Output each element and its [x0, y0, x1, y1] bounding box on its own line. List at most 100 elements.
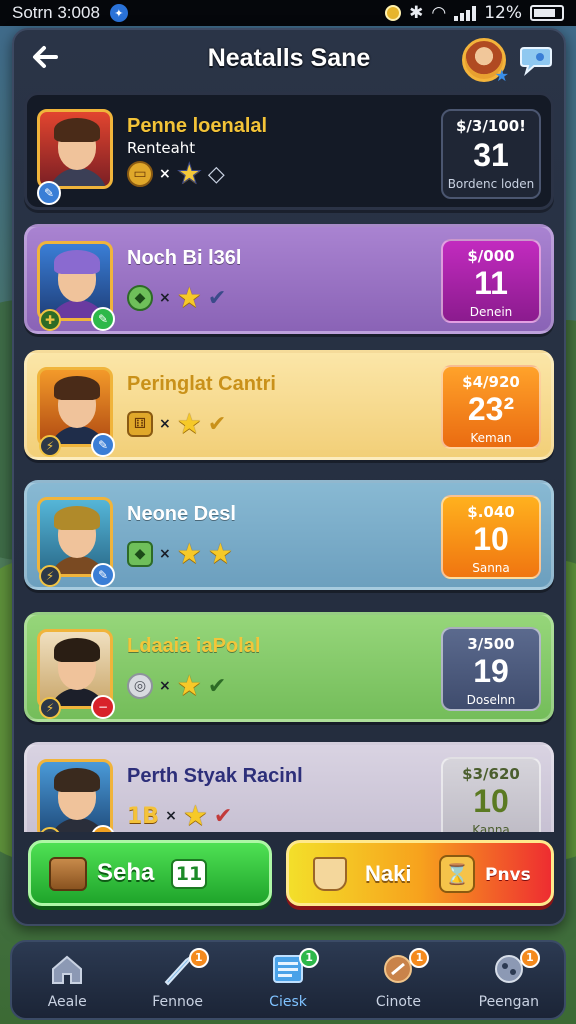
nav-item-desk[interactable]: 1 Ciesk [233, 942, 343, 1018]
cup-icon [313, 857, 347, 891]
bluetooth-icon: ✱ [409, 3, 424, 23]
reward-label: Denein [469, 305, 513, 319]
edit-badge-icon: ✎ [91, 433, 115, 457]
reward-box: 3/500 19 Doselnn [441, 627, 541, 711]
multiply-icon: × [159, 678, 171, 694]
multiply-icon: × [165, 808, 177, 824]
reward-cost: $3/620 [462, 765, 520, 783]
level-badge-icon: ⚡ [39, 435, 61, 457]
level-badge-icon: ⚡ [39, 697, 61, 719]
reward-box: $3/620 10 Kanna [441, 757, 541, 832]
bottom-nav: Aeale 1 Fennoe 1 Ciesk 1 Cinote 1 Peenga… [10, 940, 566, 1020]
list-item[interactable]: ✎ Penne loenalal Renteaht ▭ × ★ ◇ $/3/10… [24, 92, 554, 210]
star-icon: ★ [182, 799, 208, 832]
nav-item-home[interactable]: Aeale [12, 942, 122, 1018]
primary-action-count: 11 [171, 859, 207, 889]
reward-amount: 11 [474, 265, 508, 301]
chat-icon[interactable] [518, 42, 554, 76]
app-notification-icon: ✦ [109, 4, 128, 22]
reward-label: Keman [470, 431, 512, 445]
character-list: ✎ Penne loenalal Renteaht ▭ × ★ ◇ $/3/10… [24, 92, 554, 832]
requirements: ⚅ × ★ ✔ [127, 409, 226, 439]
multiply-icon: × [159, 290, 171, 306]
character-name: Ldaaia iaPolal [127, 635, 261, 657]
list-item[interactable]: ⚡ − Ldaaia iaPolal ◎ × ★ ✔ 3/500 19 Dose… [24, 612, 554, 722]
nav-item-profile[interactable]: 1 Peengan [454, 942, 564, 1018]
reward-amount: 10 [473, 521, 509, 557]
battery-percent: 12% [484, 3, 522, 23]
nav-label: Ciesk [269, 994, 307, 1010]
remove-badge-icon: − [91, 695, 115, 719]
list-item[interactable]: ✚ ✎ Noch Bi l36l ◆ × ★ ✔ $/000 11 Denein [24, 224, 554, 334]
nav-item-chronicle[interactable]: 1 Cinote [343, 942, 453, 1018]
notification-badge: 1 [519, 948, 540, 968]
reward-cost: $/000 [467, 247, 515, 265]
secondary-action-button[interactable]: Naki ⌛ Pnvs [286, 840, 554, 906]
nav-label: Fennoe [152, 994, 204, 1010]
nav-label: Peengan [478, 994, 540, 1010]
list-item[interactable]: ⚡ Perth Styak Racinl 1B × ★ ✔ $3/620 10 … [24, 742, 554, 832]
notification-badge: 1 [299, 948, 320, 968]
level-badge-icon: ✚ [39, 309, 61, 331]
gem-icon: ◆ [127, 541, 153, 567]
home-icon [52, 955, 83, 984]
reward-box: $/000 11 Denein [441, 239, 541, 323]
primary-action-label: Seha [97, 859, 155, 886]
coin-status-icon [385, 5, 402, 21]
secondary-action-label: Naki [365, 861, 412, 886]
level-badge-icon: ⚡ [39, 565, 61, 587]
reward-cost: 3/500 [467, 635, 515, 653]
character-portrait [37, 759, 113, 832]
requirements: ◆ × ★ ★ [127, 539, 233, 569]
character-subtitle: Renteaht [127, 139, 196, 157]
character-portrait [37, 109, 113, 189]
action-bar: Seha 11 Naki ⌛ Pnvs [24, 836, 554, 908]
character-name: Noch Bi l36l [127, 247, 242, 269]
list-item[interactable]: ⚡ ✎ Neone Desl ◆ × ★ ★ $.040 10 Sanna [24, 480, 554, 590]
check-icon: ✔ [207, 411, 227, 437]
reward-amount: 31 [473, 137, 509, 173]
check-icon: ◇ [207, 161, 225, 187]
star-icon: ★ [176, 281, 202, 314]
primary-action-button[interactable]: Seha 11 [28, 840, 272, 906]
check-icon: ✔ [207, 285, 227, 311]
star-icon: ★ [176, 669, 202, 702]
requirements: ◆ × ★ ✔ [127, 283, 226, 313]
multiply-icon: × [159, 546, 171, 562]
list-item[interactable]: ⚡ ✎ Peringlat Cantri ⚅ × ★ ✔ $4/920 23² … [24, 350, 554, 460]
edit-badge-icon: ✎ [91, 563, 115, 587]
star-icon: ★ [176, 407, 202, 440]
check-icon: ✔ [207, 673, 227, 699]
reward-box: $/3/100! 31 Bordenc loden [441, 109, 541, 199]
edit-badge-icon: ✎ [91, 307, 115, 331]
status-bar: Sotrn 3:008 ✦ ✱ ◠ 12% [0, 0, 576, 26]
edit-badge-icon: ✎ [37, 181, 61, 205]
check-icon: ✔ [213, 803, 233, 829]
profile-avatar[interactable] [462, 38, 509, 85]
multiply-icon: × [159, 416, 171, 432]
hourglass-icon: ⌛ [439, 855, 475, 893]
character-name: Peringlat Cantri [127, 373, 276, 395]
signal-icon [454, 5, 477, 21]
reward-amount: 19 [473, 653, 509, 689]
requirements: 1B × ★ ✔ [127, 801, 232, 831]
star-icon: ★ [207, 537, 233, 570]
character-name: Penne loenalal [127, 115, 268, 137]
requirements: ◎ × ★ ✔ [127, 671, 226, 701]
reward-cost: $.040 [467, 503, 515, 521]
star-icon: ★ [176, 157, 202, 190]
status-time: Sotrn 3:008 [12, 3, 100, 22]
dice-icon: ⚅ [127, 411, 153, 437]
reward-cost: $/3/100! [456, 117, 526, 135]
notification-badge: 1 [409, 948, 430, 968]
gold-item-icon: ▭ [127, 161, 153, 187]
reward-cost: $4/920 [462, 373, 520, 391]
plate-icon: ◎ [127, 673, 153, 699]
nav-item-forge[interactable]: 1 Fennoe [122, 942, 232, 1018]
reward-label: Sanna [472, 561, 510, 575]
main-panel: Neatalls Sane ✎ Penne loenalal Renteaht … [12, 28, 566, 926]
nav-label: Cinote [375, 994, 422, 1010]
reward-box: $.040 10 Sanna [441, 495, 541, 579]
reward-amount: 23² [467, 391, 515, 427]
reward-box: $4/920 23² Keman [441, 365, 541, 449]
